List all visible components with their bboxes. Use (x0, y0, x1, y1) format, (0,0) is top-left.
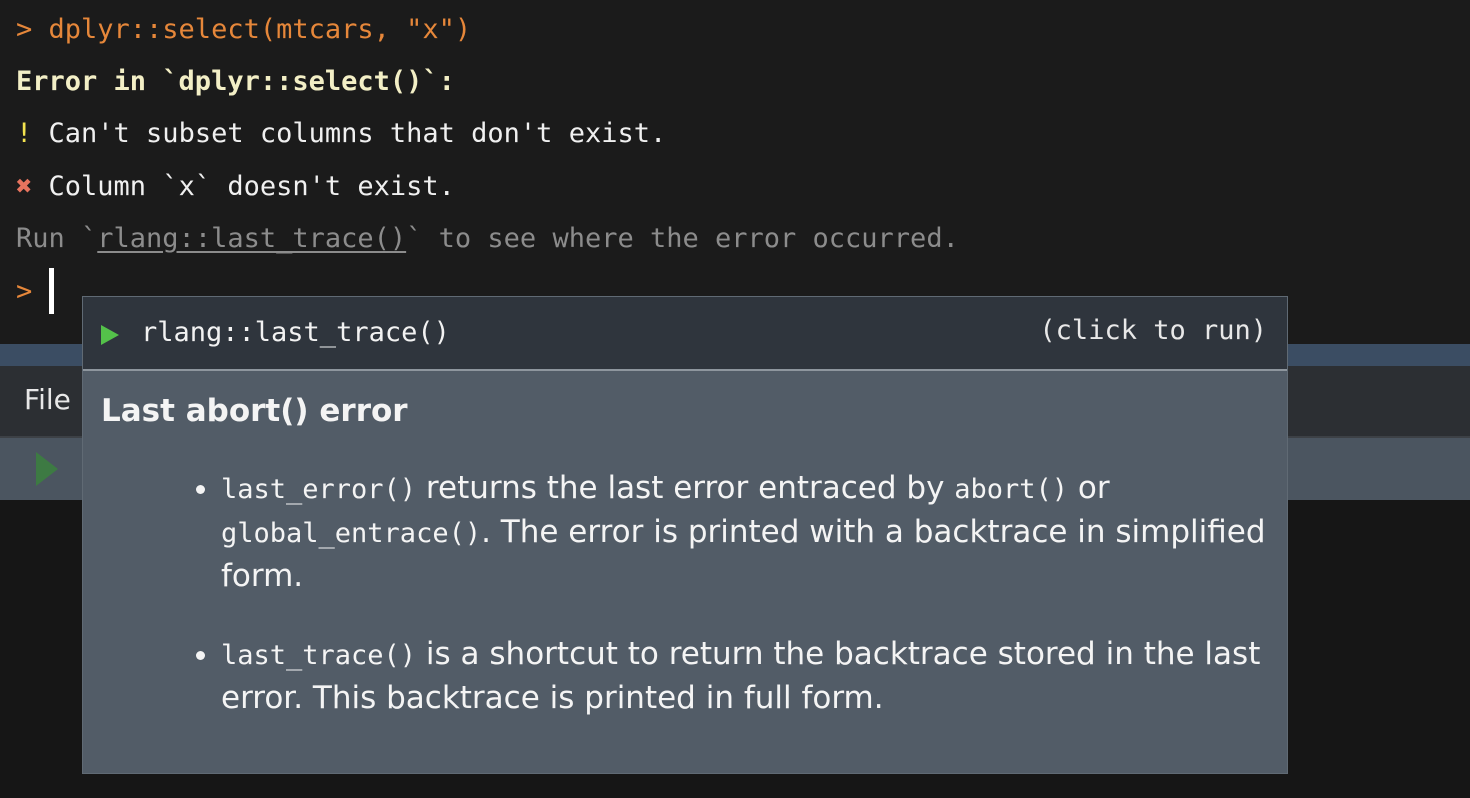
click-to-run-hint: (click to run) (1039, 315, 1267, 346)
popup-help-content: Last abort() error last_error() returns … (83, 371, 1287, 755)
run-command-bar[interactable]: rlang::last_trace() (click to run) (83, 297, 1287, 371)
list-item: last_error() returns the last error entr… (221, 467, 1269, 598)
console-pane[interactable]: > dplyr::select(mtcars, "x") Error in `d… (0, 0, 1470, 344)
code-last-trace: last_trace() (221, 640, 417, 671)
code-abort: abort() (954, 474, 1069, 505)
hover-help-popup: rlang::last_trace() (click to run) Last … (82, 296, 1288, 774)
list-item: last_trace() is a shortcut to return the… (221, 633, 1269, 720)
popup-title: Last abort() error (101, 393, 408, 429)
cross-icon: ✖ (16, 171, 33, 202)
help-list: last_error() returns the last error entr… (101, 467, 1269, 720)
console-error-detail: ✖ Column `x` doesn't exist. (16, 169, 455, 205)
item-text: returns the last error entraced by (416, 470, 955, 506)
last-trace-link[interactable]: rlang::last_trace() (97, 223, 406, 254)
code-global-entrace: global_entrace() (221, 518, 482, 549)
console-prompt: > (16, 276, 33, 307)
popup-command[interactable]: rlang::last_trace() (141, 315, 450, 351)
hint-suffix: ` to see where the error occurred. (406, 223, 959, 254)
console-error-header: Error in `dplyr::select()`: (16, 66, 455, 97)
code-last-error: last_error() (221, 474, 417, 505)
error-detail-text: Column `x` doesn't exist. (32, 171, 455, 202)
hint-prefix: Run ` (16, 223, 98, 254)
exclamation-icon: ! (16, 118, 33, 149)
run-icon[interactable] (36, 452, 58, 486)
console-hint-line: Run `rlang::last_trace()` to see where t… (16, 221, 959, 257)
play-icon[interactable] (101, 325, 119, 345)
item-text: or (1068, 470, 1110, 506)
text-cursor (49, 268, 54, 314)
console-command-line: > dplyr::select(mtcars, "x") (16, 14, 472, 45)
file-tab[interactable]: File (24, 383, 71, 416)
console-error-message: ! Can't subset columns that don't exist. (16, 116, 666, 152)
error-message-text: Can't subset columns that don't exist. (32, 118, 667, 149)
